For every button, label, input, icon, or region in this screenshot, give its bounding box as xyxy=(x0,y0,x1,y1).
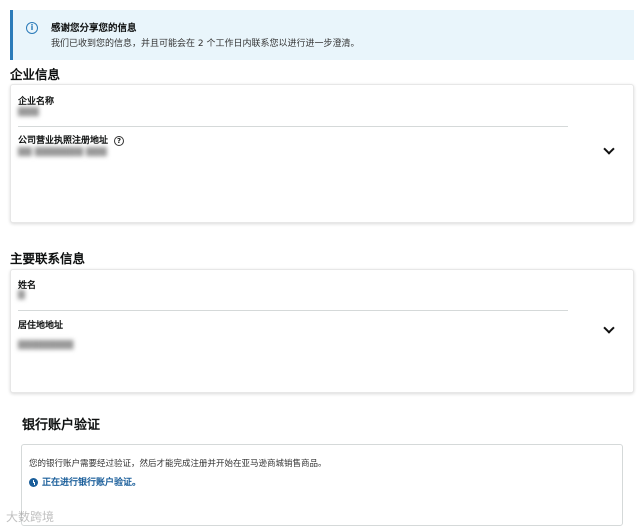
bank-status-row: 正在进行银行账户验证。 xyxy=(29,475,141,488)
contact-info-card: 姓名 ▇ 居住地地址 ▇▇▇▇▇▇▇▇ xyxy=(10,269,634,393)
info-icon: i xyxy=(26,22,38,34)
bank-verification-heading: 银行账户验证 xyxy=(22,418,101,433)
business-info-card: 企业名称 ▇▇▇ 公司营业执照注册地址? ▇▇ ▇▇▇▇▇▇▇ ▇▇▇ xyxy=(10,84,634,223)
watermark: 大数跨境 xyxy=(6,510,55,524)
help-icon[interactable]: ? xyxy=(114,135,125,146)
business-name-label: 企业名称 xyxy=(18,97,55,107)
business-address-value: ▇▇ ▇▇▇▇▇▇▇ ▇▇▇ xyxy=(18,147,107,157)
contact-name-value: ▇ xyxy=(18,290,25,300)
business-info-heading: 企业信息 xyxy=(10,67,61,82)
contact-info-heading: 主要联系信息 xyxy=(10,251,86,266)
alert-title: 感谢您分享您的信息 xyxy=(51,23,137,34)
business-name-value: ▇▇▇ xyxy=(18,107,39,117)
residential-address-value: ▇▇▇▇▇▇▇▇ xyxy=(18,340,74,350)
page: i 感谢您分享您的信息 我们已收到您的信息，并且可能会在 2 个工作日内联系您以… xyxy=(0,0,640,530)
business-address-label: 公司营业执照注册地址 xyxy=(18,136,109,146)
clock-icon xyxy=(29,478,38,487)
residential-address-label: 居住地地址 xyxy=(18,321,64,331)
chevron-down-icon[interactable] xyxy=(603,143,615,155)
bank-status-text: 正在进行银行账户验证。 xyxy=(42,478,142,488)
bank-verification-card: 您的银行账户需要经过验证，然后才能完成注册并开始在亚马逊商城销售商品。 正在进行… xyxy=(21,444,623,526)
info-alert: i 感谢您分享您的信息 我们已收到您的信息，并且可能会在 2 个工作日内联系您以… xyxy=(10,10,634,60)
divider xyxy=(18,126,568,127)
chevron-down-icon[interactable] xyxy=(603,322,615,334)
alert-body: 我们已收到您的信息，并且可能会在 2 个工作日内联系您以进行进一步澄清。 xyxy=(51,39,360,49)
business-address-label-row: 公司营业执照注册地址? xyxy=(18,133,125,146)
bank-description: 您的银行账户需要经过验证，然后才能完成注册并开始在亚马逊商城销售商品。 xyxy=(29,459,327,469)
divider xyxy=(18,310,568,311)
